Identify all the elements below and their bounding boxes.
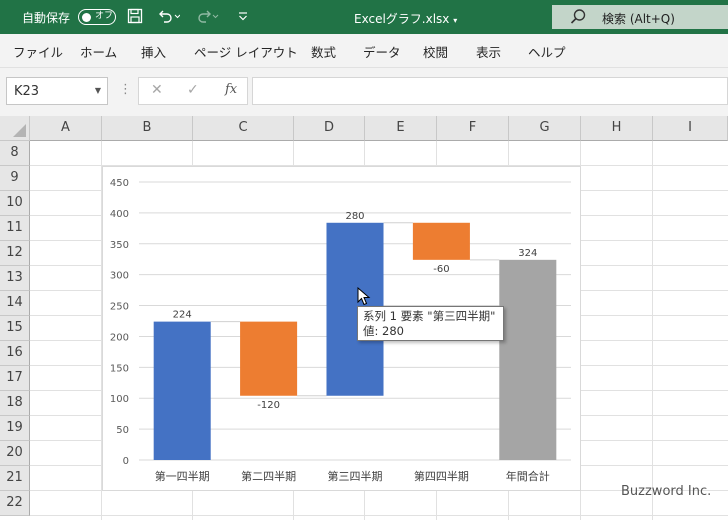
enter-check-icon[interactable]: ✓	[187, 82, 199, 98]
autosave-toggle[interactable]: オフ	[78, 9, 116, 25]
search-placeholder: 検索 (Alt+Q)	[602, 12, 675, 26]
row-header-20[interactable]: 20	[0, 441, 30, 466]
select-all-corner[interactable]	[0, 116, 30, 141]
tab-data[interactable]: データ	[363, 42, 401, 61]
row-header-12[interactable]: 12	[0, 241, 30, 266]
x-tick-label: 第二四半期	[241, 469, 296, 483]
cancel-icon[interactable]: ✕	[151, 82, 163, 98]
y-tick-label: 0	[123, 456, 129, 467]
waterfall-bar	[412, 222, 470, 260]
grid-line	[652, 141, 653, 520]
select-all-triangle	[13, 124, 26, 137]
row-header-13[interactable]: 13	[0, 266, 30, 291]
watermark: Buzzword Inc.	[621, 484, 712, 499]
waterfall-chart[interactable]: 0 50 100 150 200 250 300 350 400 450 224 第一四半期 -120 第…	[102, 166, 581, 491]
search-icon	[570, 8, 586, 26]
ribbon-tabs: ファイル ホーム 挿入 ページ レイアウト 数式 データ 校閲 表示 ヘルプ	[0, 34, 728, 68]
undo-icon[interactable]	[156, 8, 181, 28]
tab-review[interactable]: 校閲	[423, 42, 448, 61]
toggle-knob	[82, 12, 91, 22]
data-label: -120	[257, 400, 280, 411]
tab-formulas[interactable]: 数式	[311, 42, 336, 61]
row-header-16[interactable]: 16	[0, 341, 30, 366]
formula-bar: K23 ▼ ⋮ ✕ ✓ fx	[0, 68, 728, 116]
row-header-21[interactable]: 21	[0, 466, 30, 491]
tab-insert[interactable]: 挿入	[141, 42, 166, 61]
column-header-h[interactable]: H	[581, 116, 653, 141]
row-header-19[interactable]: 19	[0, 416, 30, 441]
waterfall-bar	[499, 259, 557, 460]
tab-page-layout[interactable]: ページ レイアウト	[194, 42, 298, 61]
column-header-e[interactable]: E	[365, 116, 437, 141]
file-title[interactable]: Excelグラフ.xlsx ▾	[354, 10, 457, 27]
redo-icon[interactable]	[196, 8, 220, 28]
data-label: 324	[518, 248, 537, 259]
y-tick-label: 450	[110, 178, 129, 189]
grid-line	[30, 515, 728, 516]
y-tick-label: 250	[110, 302, 129, 313]
row-header-11[interactable]: 11	[0, 216, 30, 241]
row-header-22[interactable]: 22	[0, 491, 30, 516]
column-header-c[interactable]: C	[193, 116, 294, 141]
y-tick-label: 400	[110, 209, 129, 220]
data-label: 280	[345, 211, 364, 222]
data-label: 224	[173, 310, 192, 321]
column-header-g[interactable]: G	[509, 116, 581, 141]
waterfall-bar	[240, 321, 298, 396]
x-tick-label: 第四四半期	[414, 469, 469, 483]
tab-help[interactable]: ヘルプ	[528, 42, 566, 61]
x-tick-label: 年間合計	[506, 469, 550, 483]
autosave-label: 自動保存	[22, 11, 71, 25]
y-tick-label: 100	[110, 394, 129, 405]
column-header-i[interactable]: I	[653, 116, 728, 141]
row-header-8[interactable]: 8	[0, 141, 30, 166]
data-label: -60	[433, 264, 449, 275]
row-header-17[interactable]: 17	[0, 366, 30, 391]
row-header-15[interactable]: 15	[0, 316, 30, 341]
y-tick-label: 300	[110, 271, 129, 282]
y-tick-label: 150	[110, 363, 129, 374]
row-header-9[interactable]: 9	[0, 166, 30, 191]
row-header-14[interactable]: 14	[0, 291, 30, 316]
tooltip-value: 値: 280	[363, 324, 404, 338]
search-box[interactable]: 検索 (Alt+Q)	[552, 5, 728, 29]
y-tick-label: 350	[110, 240, 129, 251]
formula-buttons: ✕ ✓ fx	[138, 77, 248, 105]
column-header-d[interactable]: D	[294, 116, 365, 141]
column-header-a[interactable]: A	[30, 116, 102, 141]
column-header-f[interactable]: F	[437, 116, 509, 141]
save-icon[interactable]	[127, 8, 143, 28]
name-box[interactable]: K23 ▼	[6, 77, 108, 105]
autosave-state: オフ	[95, 11, 114, 21]
more-options-icon[interactable]: ⋮	[119, 82, 132, 97]
x-tick-label: 第一四半期	[155, 469, 210, 483]
tab-home[interactable]: ホーム	[80, 42, 117, 61]
chevron-down-icon[interactable]: ▼	[95, 86, 101, 95]
title-bar: 自動保存 オフ Excelグラフ.xlsx ▾ 検索 (Alt+Q)	[0, 0, 728, 34]
name-box-value: K23	[14, 84, 40, 99]
column-header-b[interactable]: B	[102, 116, 193, 141]
customize-qat-icon[interactable]	[238, 8, 248, 28]
row-header-10[interactable]: 10	[0, 191, 30, 216]
y-tick-label: 200	[110, 332, 129, 343]
row-header-18[interactable]: 18	[0, 391, 30, 416]
formula-input[interactable]	[252, 77, 728, 105]
tab-view[interactable]: 表示	[476, 42, 501, 61]
tab-file[interactable]: ファイル	[13, 42, 63, 61]
waterfall-bar	[153, 321, 211, 460]
chart-plot: 0 50 100 150 200 250 300 350 400 450 224 第一四半期 -120 第…	[110, 178, 571, 483]
chart-tooltip: 系列 1 要素 "第三四半期" 値: 280	[357, 306, 504, 341]
insert-function-icon[interactable]: fx	[225, 82, 237, 97]
y-tick-label: 50	[116, 425, 129, 436]
x-tick-label: 第三四半期	[328, 469, 383, 483]
chevron-down-icon: ▾	[453, 16, 458, 25]
tooltip-series-point: 系列 1 要素 "第三四半期"	[363, 309, 496, 323]
mouse-cursor-icon	[357, 287, 371, 306]
